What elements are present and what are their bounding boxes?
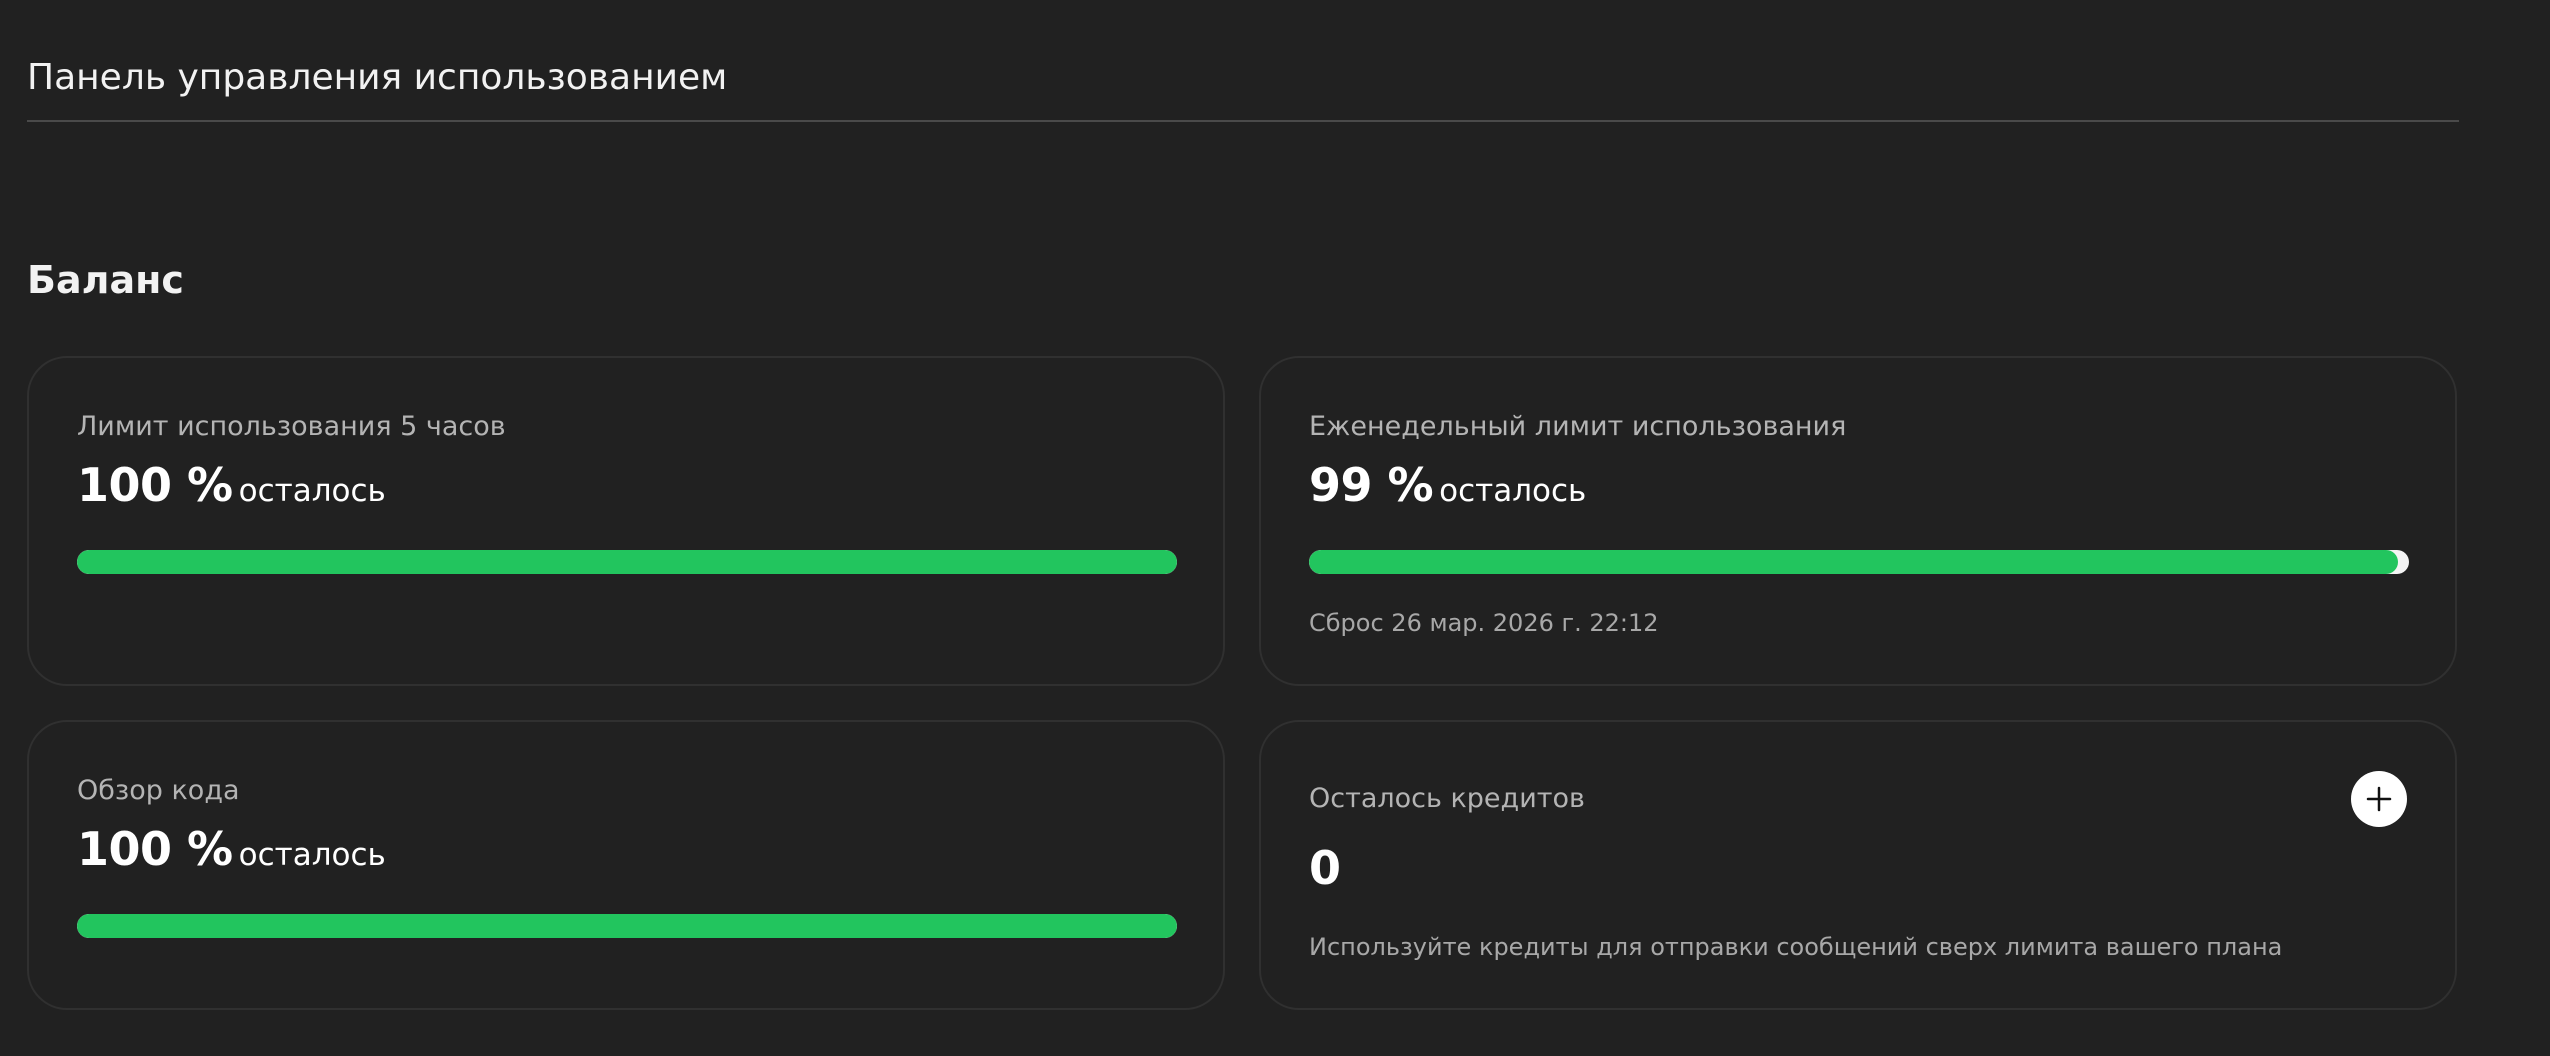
code-review-label: Обзор кода bbox=[77, 775, 240, 806]
credits-value: 0 bbox=[1309, 841, 1342, 895]
page-header: Панель управления использованием bbox=[27, 0, 2459, 122]
five-hour-limit-progress-bar bbox=[77, 550, 1177, 574]
five-hour-limit-value: 100 % осталось bbox=[77, 458, 386, 512]
five-hour-limit-percent: 100 % bbox=[77, 458, 233, 512]
code-review-card: Обзор кода 100 % осталось bbox=[27, 720, 1225, 1010]
balance-section-title: Баланс bbox=[27, 258, 184, 302]
weekly-limit-reset-note: Сброс 26 мар. 2026 г. 22:12 bbox=[1309, 609, 1659, 637]
code-review-percent: 100 % bbox=[77, 822, 233, 876]
code-review-progress-fill bbox=[77, 914, 1177, 938]
page-title: Панель управления использованием bbox=[27, 57, 728, 98]
weekly-limit-suffix: осталось bbox=[1439, 473, 1587, 509]
weekly-limit-percent: 99 % bbox=[1309, 458, 1434, 512]
weekly-limit-progress-fill bbox=[1309, 550, 2398, 574]
credits-label: Осталось кредитов bbox=[1309, 783, 1585, 814]
credits-card: Осталось кредитов 0 Используйте кредиты … bbox=[1259, 720, 2457, 1010]
code-review-value: 100 % осталось bbox=[77, 822, 386, 876]
weekly-limit-card: Еженедельный лимит использования 99 % ост… bbox=[1259, 356, 2457, 686]
plus-icon bbox=[2366, 786, 2392, 812]
weekly-limit-label: Еженедельный лимит использования bbox=[1309, 411, 1847, 442]
weekly-limit-progress-bar bbox=[1309, 550, 2409, 574]
five-hour-limit-suffix: осталось bbox=[238, 473, 386, 509]
five-hour-limit-progress-fill bbox=[77, 550, 1177, 574]
weekly-limit-value: 99 % осталось bbox=[1309, 458, 1586, 512]
code-review-suffix: осталось bbox=[238, 837, 386, 873]
five-hour-limit-card: Лимит использования 5 часов 100 % осталос… bbox=[27, 356, 1225, 686]
credits-note: Используйте кредиты для отправки сообщен… bbox=[1309, 933, 2283, 961]
code-review-progress-bar bbox=[77, 914, 1177, 938]
usage-dashboard-page: Панель управления использованием Баланс … bbox=[0, 0, 2550, 1056]
add-credits-button[interactable] bbox=[2351, 771, 2407, 827]
five-hour-limit-label: Лимит использования 5 часов bbox=[77, 411, 506, 442]
